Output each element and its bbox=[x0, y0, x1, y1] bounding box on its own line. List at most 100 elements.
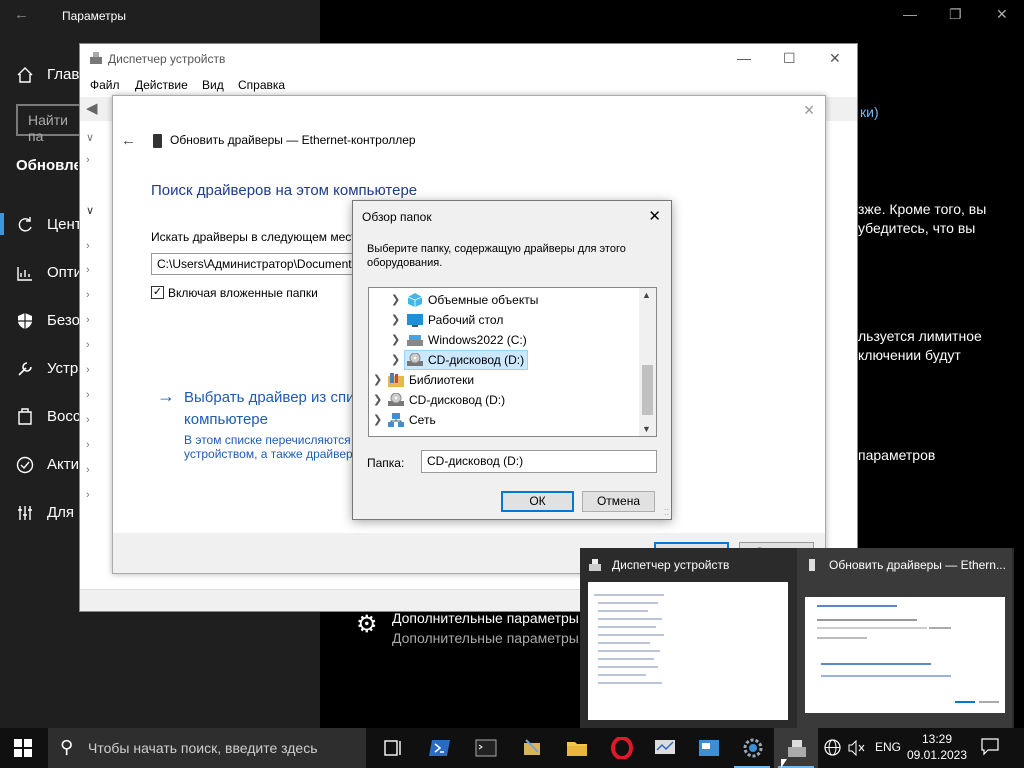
tree-expander-icon[interactable]: ∨ bbox=[86, 131, 94, 144]
scroll-up-icon[interactable]: ▲ bbox=[642, 290, 651, 300]
tree-expander-icon[interactable]: › bbox=[86, 489, 90, 501]
settings-title: Параметры bbox=[62, 9, 126, 23]
tree-expander-icon[interactable]: ∨ bbox=[86, 204, 94, 217]
close-icon[interactable]: ✕ bbox=[996, 6, 1008, 23]
powershell-button[interactable] bbox=[417, 728, 461, 768]
cmd-button[interactable] bbox=[463, 728, 507, 768]
tree-expander-icon[interactable]: › bbox=[86, 464, 90, 476]
section-heading: Обновление и безопасность bbox=[16, 157, 78, 174]
folder-label: Папка: bbox=[367, 456, 405, 470]
folder-tree[interactable]: ❯ Объемные объекты ❯ Рабочий стол ❯ Wind… bbox=[368, 287, 657, 437]
device-manager-icon bbox=[90, 52, 102, 64]
drive-icon bbox=[407, 335, 423, 346]
back-arrow-icon[interactable]: ◀ bbox=[86, 99, 98, 117]
refresh-icon bbox=[18, 217, 32, 232]
chevron-right-icon[interactable]: ❯ bbox=[373, 373, 382, 386]
gear-refresh-icon: ⚙ bbox=[356, 611, 378, 638]
driver-path-input[interactable]: C:\Users\Администратор\Document bbox=[151, 253, 361, 275]
update-heading: Поиск драйверов на этом компьютере bbox=[151, 182, 418, 199]
settings-link[interactable]: ки) bbox=[860, 104, 879, 120]
mmc-button[interactable] bbox=[509, 728, 553, 768]
chevron-right-icon[interactable]: ❯ bbox=[391, 313, 400, 326]
devmgr-minimize-icon[interactable]: — bbox=[737, 50, 751, 66]
tree-item[interactable]: ❯ Сеть bbox=[369, 410, 639, 430]
powershell-icon bbox=[429, 740, 450, 756]
tree-expander-icon[interactable]: › bbox=[86, 240, 90, 252]
tree-expander-icon[interactable]: › bbox=[86, 314, 90, 326]
menu-help[interactable]: Справка bbox=[238, 78, 285, 92]
terminal-icon bbox=[475, 739, 497, 757]
home-icon bbox=[17, 67, 33, 83]
tree-scrollbar[interactable]: ▲ ▼ bbox=[639, 288, 656, 436]
network-icon bbox=[388, 413, 404, 427]
tree-expander-icon[interactable]: › bbox=[86, 154, 90, 166]
language-indicator[interactable]: ENG bbox=[875, 740, 901, 768]
tree-expander-icon[interactable]: › bbox=[86, 439, 90, 451]
scroll-down-icon[interactable]: ▼ bbox=[642, 424, 651, 434]
scroll-thumb[interactable] bbox=[642, 365, 653, 415]
chevron-right-icon[interactable]: ❯ bbox=[391, 293, 400, 306]
metered-info-text: льзуется лимитное ключении будут bbox=[858, 328, 982, 363]
clock[interactable]: 13:29 09.01.2023 bbox=[905, 731, 969, 763]
restore-icon[interactable]: ❐ bbox=[949, 6, 962, 23]
device-manager-icon bbox=[788, 740, 806, 757]
tree-expander-icon[interactable]: › bbox=[86, 389, 90, 401]
taskbar-search-box[interactable]: ⚲ Чтобы начать поиск, введите здесь bbox=[48, 728, 366, 768]
tree-expander-icon[interactable]: › bbox=[86, 414, 90, 426]
tree-item-selected[interactable]: ❯ CD-дисковод (D:) bbox=[369, 350, 639, 370]
system-info-button[interactable] bbox=[686, 728, 730, 768]
settings-search-input[interactable]: Найти па bbox=[16, 104, 86, 144]
tree-item[interactable]: ❯ Windows2022 (C:) bbox=[369, 330, 639, 350]
cd-drive-icon bbox=[407, 353, 423, 366]
tree-expander-icon[interactable]: › bbox=[86, 339, 90, 351]
tree-item[interactable]: ❯ Рабочий стол bbox=[369, 310, 639, 330]
chevron-right-icon[interactable]: ❯ bbox=[373, 413, 382, 426]
pick-driver-link-line2[interactable]: компьютере bbox=[184, 411, 268, 428]
menu-action[interactable]: Действие bbox=[135, 78, 188, 92]
browse-title: Обзор папок bbox=[362, 210, 432, 224]
mouse-cursor bbox=[781, 759, 787, 768]
resize-grip-icon[interactable]: ⁚⁚ bbox=[664, 508, 669, 517]
tree-expander-icon[interactable]: › bbox=[86, 289, 90, 301]
preview-update-drivers[interactable]: Обновить драйверы — Ethern... bbox=[797, 548, 1012, 728]
shield-icon bbox=[18, 313, 32, 329]
settings-button[interactable] bbox=[730, 728, 774, 768]
volume-muted-icon[interactable] bbox=[848, 740, 865, 756]
windows-start-icon[interactable] bbox=[14, 739, 32, 757]
opera-icon bbox=[611, 737, 633, 759]
tree-expander-icon[interactable]: › bbox=[86, 264, 90, 276]
search-location-label: Искать драйверы в следующем мест bbox=[151, 230, 357, 244]
back-arrow-icon[interactable]: ← bbox=[121, 132, 136, 149]
folder-input[interactable]: CD-дисковод (D:) bbox=[421, 450, 657, 473]
devmgr-close-icon[interactable]: ✕ bbox=[829, 50, 841, 67]
opera-button[interactable] bbox=[599, 728, 643, 768]
globe-icon[interactable] bbox=[824, 739, 841, 756]
browse-close-icon[interactable]: ✕ bbox=[648, 207, 661, 225]
file-explorer-button[interactable] bbox=[554, 728, 598, 768]
menu-view[interactable]: Вид bbox=[202, 78, 224, 92]
include-subfolders-checkbox[interactable]: ✓ bbox=[151, 286, 164, 299]
cd-drive-icon bbox=[388, 393, 404, 406]
update-close-icon[interactable]: ✕ bbox=[803, 102, 815, 119]
tree-item[interactable]: ❯ Библиотеки bbox=[369, 370, 639, 390]
pick-driver-link[interactable]: Выбрать драйвер из спи bbox=[184, 389, 354, 406]
chevron-right-icon[interactable]: ❯ bbox=[391, 353, 400, 366]
notification-icon[interactable] bbox=[980, 736, 1000, 756]
performance-monitor-button[interactable] bbox=[642, 728, 686, 768]
chevron-right-icon[interactable]: ❯ bbox=[373, 393, 382, 406]
devmgr-maximize-icon[interactable]: ☐ bbox=[783, 50, 796, 67]
browse-cancel-button[interactable]: Отмена bbox=[582, 491, 655, 512]
arrow-right-icon: → bbox=[157, 386, 175, 406]
ok-button[interactable]: ОК bbox=[501, 491, 574, 512]
back-icon[interactable]: ← bbox=[14, 6, 29, 23]
tools-icon bbox=[524, 739, 540, 755]
preview-device-manager[interactable]: Диспетчер устройств bbox=[580, 548, 795, 728]
browse-description: Выберите папку, содержащую драйверы для … bbox=[367, 243, 626, 269]
task-view-button[interactable] bbox=[370, 728, 414, 768]
menu-file[interactable]: Файл bbox=[90, 78, 120, 92]
chevron-right-icon[interactable]: ❯ bbox=[391, 333, 400, 346]
minimize-icon[interactable]: — bbox=[903, 6, 917, 22]
tree-item[interactable]: ❯ CD-дисковод (D:) bbox=[369, 390, 639, 410]
tree-item[interactable]: ❯ Объемные объекты bbox=[369, 290, 639, 310]
tree-expander-icon[interactable]: › bbox=[86, 364, 90, 376]
